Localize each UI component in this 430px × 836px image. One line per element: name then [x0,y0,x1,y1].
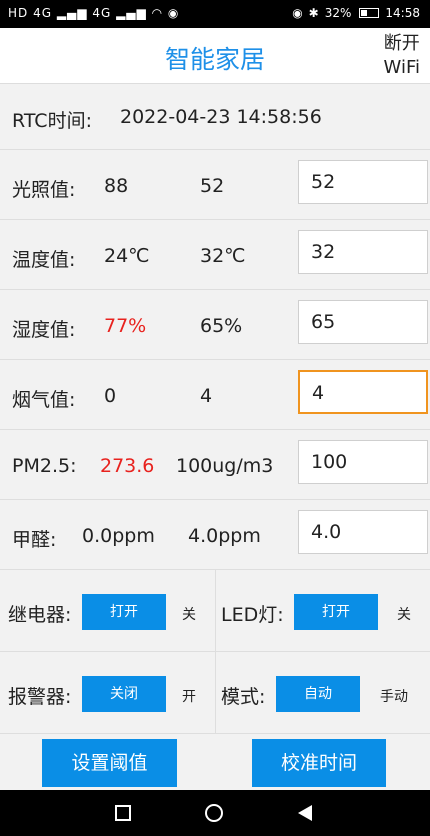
signal-icons: HD 4G ▂▄▆ 4G ▂▄▆ ◠ ◉ [8,6,180,20]
status-bar: HD 4G ▂▄▆ 4G ▂▄▆ ◠ ◉ ◉ ✱ 32% 14:58 [0,0,430,28]
threshold-input-temperature[interactable]: 32 [298,230,428,274]
led-off-option[interactable]: 关 [397,604,411,624]
alarm-off-button[interactable]: 关闭 [82,676,166,712]
sensor-label: 湿度值: [12,319,76,341]
control-row-2: 报警器: 关闭 开 模式: 自动 手动 [0,652,430,734]
wifi-label: WiFi [383,57,420,78]
sensor-label: 烟气值: [12,389,76,411]
relay-off-option[interactable]: 关 [182,604,196,624]
back-icon[interactable] [298,805,312,821]
sensor-label: 甲醛: [12,529,57,551]
rtc-label: RTC时间: [12,110,92,132]
threshold-input-pm25[interactable]: 100 [298,440,428,484]
app-header: 智能家居 断开 WiFi [0,28,430,84]
alarm-label: 报警器: [8,686,72,708]
sensor-row-smoke: 烟气值: 0 4 4 [0,360,430,430]
divider [215,652,216,733]
sensor-threshold: 4.0ppm [188,525,261,547]
disconnect-label: 断开 [383,33,420,54]
sensor-current: 0.0ppm [82,525,155,547]
alarm-on-option[interactable]: 开 [182,686,196,706]
eye-icon: ◉ [292,6,303,20]
sensor-threshold: 52 [200,175,225,197]
sensor-threshold: 32℃ [200,245,246,267]
divider [215,570,216,651]
set-threshold-button[interactable]: 设置阈值 [42,739,177,787]
threshold-input-smoke[interactable]: 4 [298,370,428,414]
calibrate-time-button[interactable]: 校准时间 [252,739,386,787]
led-on-button[interactable]: 打开 [294,594,378,630]
sensor-row-formaldehyde: 甲醛: 0.0ppm 4.0ppm 4.0 [0,500,430,570]
sensor-current: 273.6 [100,455,155,477]
sensor-row-humidity: 湿度值: 77% 65% 65 [0,290,430,360]
sensor-row-temperature: 温度值: 24℃ 32℃ 32 [0,220,430,290]
disconnect-wifi-button[interactable]: 断开 WiFi [384,32,420,80]
home-icon[interactable] [205,804,223,822]
sensor-row-pm25: PM2.5: 273.6 100ug/m3 100 [0,430,430,500]
status-time: 14:58 [385,6,420,20]
rtc-value: 2022-04-23 14:58:56 [120,106,322,128]
sensor-current: 77% [104,315,147,337]
app-title: 智能家居 [164,45,265,74]
relay-on-button[interactable]: 打开 [82,594,166,630]
battery-icon [359,8,380,18]
sensor-current: 24℃ [104,245,150,267]
relay-label: 继电器: [8,604,72,626]
sensor-label: PM2.5: [12,455,77,477]
mode-auto-button[interactable]: 自动 [276,676,360,712]
threshold-input-formaldehyde[interactable]: 4.0 [298,510,428,554]
sensor-threshold: 4 [200,385,213,407]
sensor-current: 88 [104,175,129,197]
led-label: LED灯: [221,604,284,626]
control-row-1: 继电器: 打开 关 LED灯: 打开 关 [0,570,430,652]
sensor-threshold: 100ug/m3 [176,455,274,477]
mode-manual-option[interactable]: 手动 [380,686,408,706]
rtc-row: RTC时间: 2022-04-23 14:58:56 [0,84,430,150]
sensor-label: 温度值: [12,249,76,271]
threshold-input-light[interactable]: 52 [298,160,428,204]
sensor-threshold: 65% [200,315,243,337]
battery-percent: 32% [324,6,352,20]
system-nav-bar [0,790,430,836]
status-right: ◉ ✱ 32% 14:58 [292,6,420,20]
sensor-label: 光照值: [12,179,76,201]
recents-icon[interactable] [115,805,131,821]
sensor-row-light: 光照值: 88 52 52 [0,150,430,220]
sensor-current: 0 [104,385,117,407]
threshold-input-humidity[interactable]: 65 [298,300,428,344]
mode-label: 模式: [221,686,266,708]
bluetooth-icon: ✱ [308,6,319,20]
